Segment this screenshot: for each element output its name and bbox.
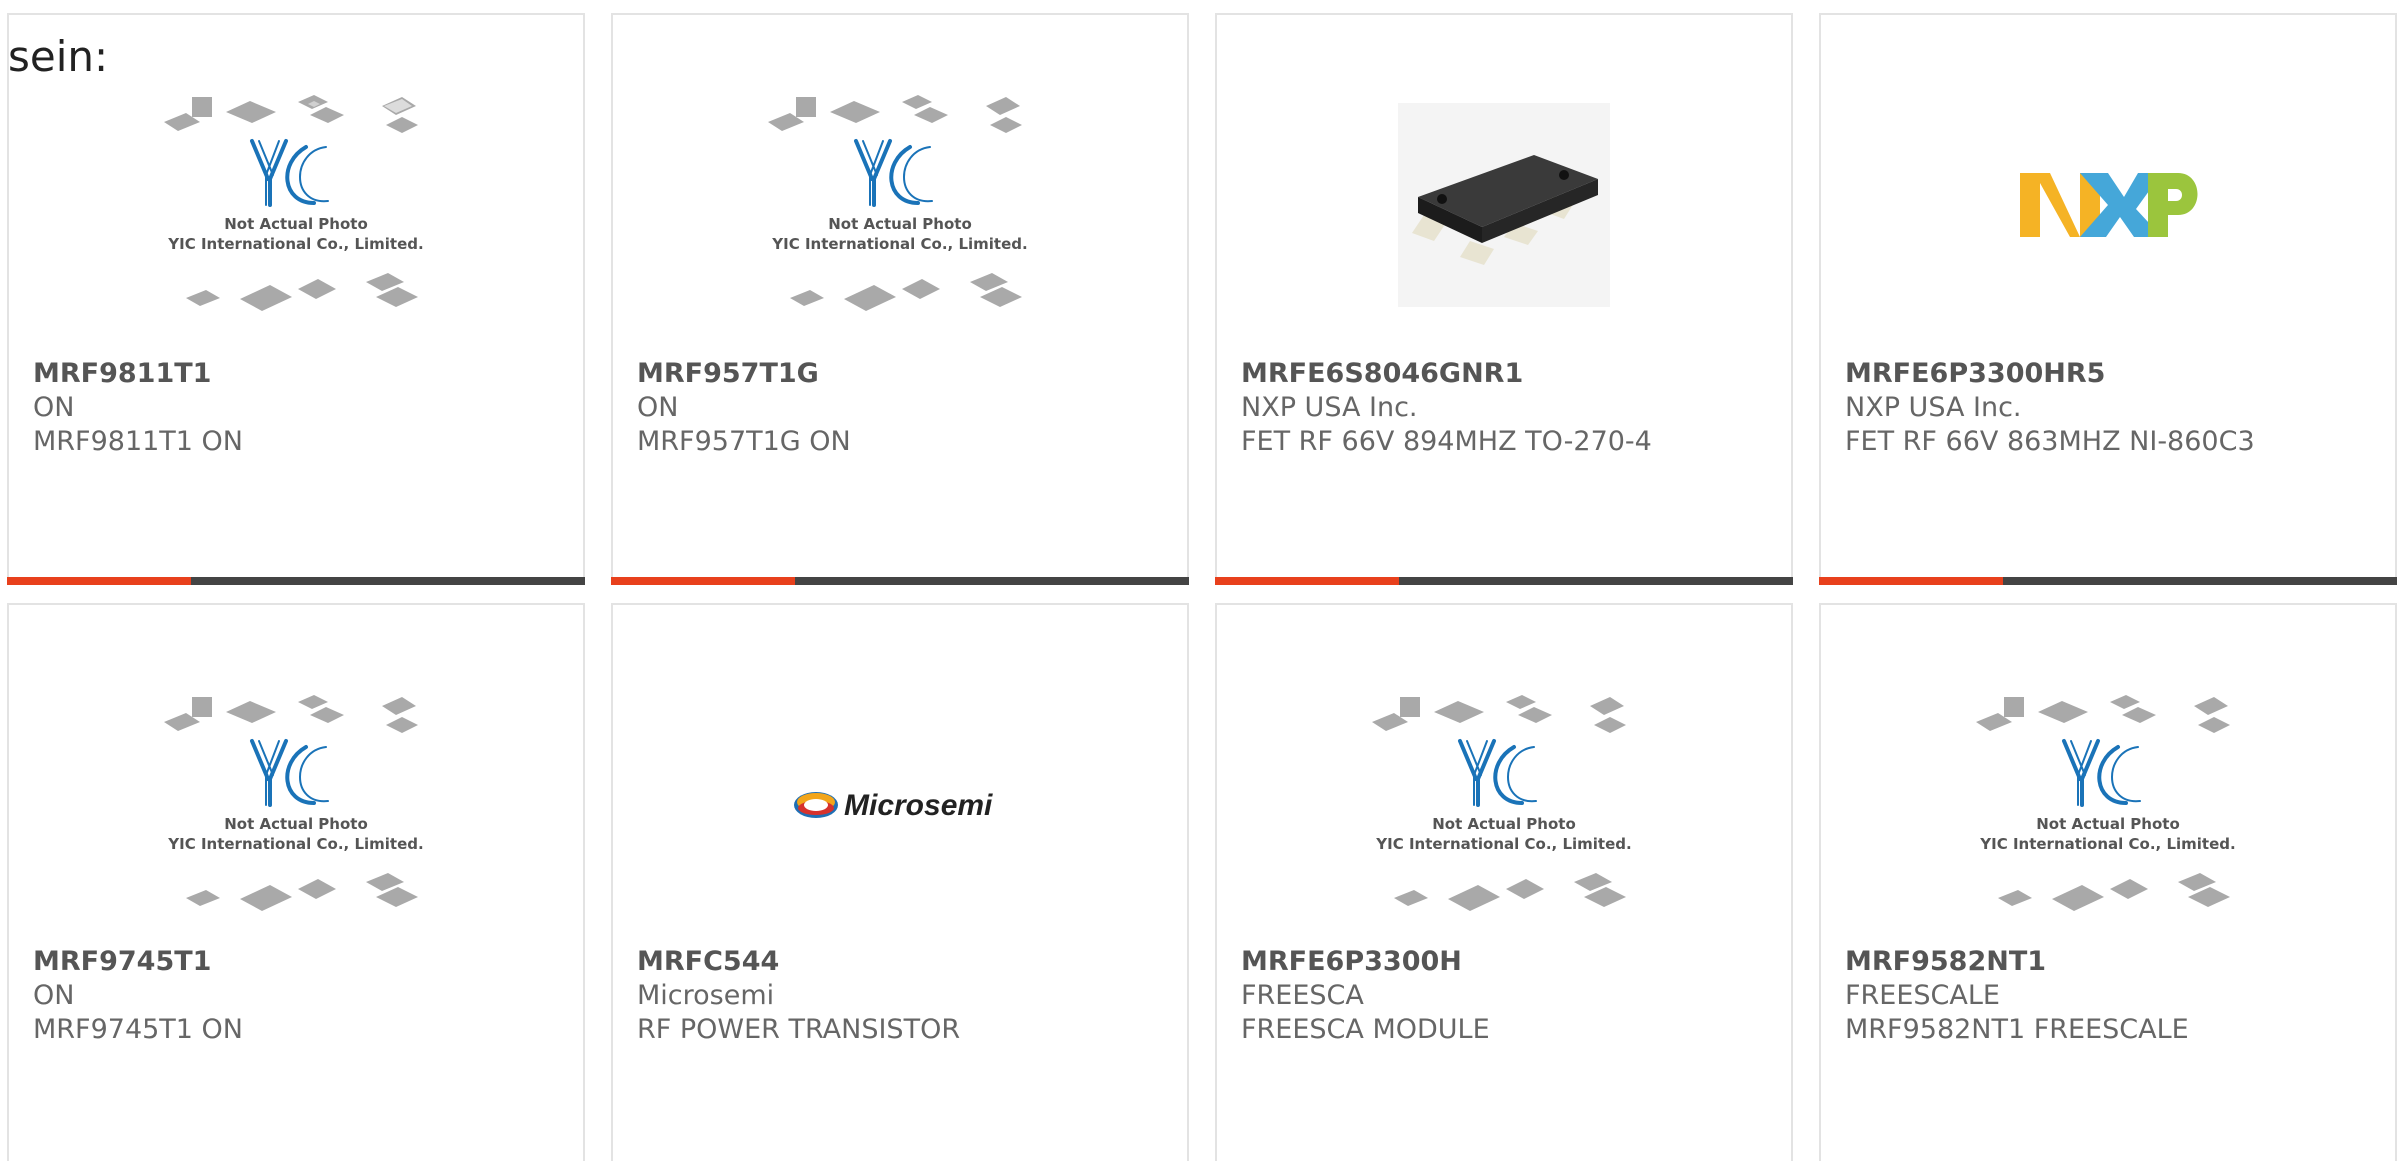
product-grid-page: sein: Not Actual Photo YIC International… (0, 0, 2400, 1161)
card-footer-bar (611, 577, 1189, 585)
product-card[interactable]: Microsemi MRFC544 Microsemi RF POWER TRA… (611, 603, 1189, 1161)
product-image-placeholder[interactable]: Not Actual Photo YIC International Co., … (1821, 655, 2395, 955)
yic-company-caption: YIC International Co., Limited. (771, 235, 1027, 253)
product-info: MRF9811T1 ON MRF9811T1 ON (33, 357, 571, 459)
product-description: MRF9811T1 ON (33, 426, 244, 457)
card-footer-bar (1215, 577, 1793, 585)
yic-company-caption: YIC International Co., Limited. (167, 235, 423, 253)
not-actual-photo-caption: Not Actual Photo (224, 815, 368, 833)
manufacturer: FREESCALE (1845, 980, 2000, 1011)
yic-placeholder-icon: Not Actual Photo YIC International Co., … (768, 95, 1028, 311)
manufacturer: NXP USA Inc. (1845, 392, 2022, 423)
product-description: MRF957T1G ON (637, 426, 851, 457)
card-footer-accent (1215, 577, 1399, 585)
intro-text: sein: (8, 32, 109, 81)
microsemi-logo-text: Microsemi (844, 789, 993, 822)
product-image-placeholder[interactable]: Not Actual Photo YIC International Co., … (9, 55, 583, 355)
product-logo-image[interactable]: Microsemi (613, 655, 1187, 955)
manufacturer: ON (33, 392, 75, 423)
part-number[interactable]: MRFE6S8046GNR1 (1241, 357, 1779, 391)
card-footer-accent (7, 577, 191, 585)
not-actual-photo-caption: Not Actual Photo (1432, 815, 1576, 833)
product-description: FREESCA MODULE (1241, 1014, 1490, 1045)
product-info: MRFE6P3300H FREESCA FREESCA MODULE (1241, 945, 1779, 1047)
yic-company-caption: YIC International Co., Limited. (1979, 835, 2235, 853)
part-number[interactable]: MRFE6P3300HR5 (1845, 357, 2383, 391)
part-number[interactable]: MRFE6P3300H (1241, 945, 1779, 979)
product-description: MRF9745T1 ON (33, 1014, 244, 1045)
yic-placeholder-icon: Not Actual Photo YIC International Co., … (1372, 695, 1632, 911)
part-number[interactable]: MRF9745T1 (33, 945, 571, 979)
product-info: MRF957T1G ON MRF957T1G ON (637, 357, 1175, 459)
product-image-placeholder[interactable]: Not Actual Photo YIC International Co., … (1217, 655, 1791, 955)
product-card[interactable]: MRFE6P3300HR5 NXP USA Inc. FET RF 66V 86… (1819, 13, 2397, 585)
product-card[interactable]: Not Actual Photo YIC International Co., … (611, 13, 1189, 585)
product-info: MRFE6S8046GNR1 NXP USA Inc. FET RF 66V 8… (1241, 357, 1779, 459)
manufacturer: FREESCA (1241, 980, 1364, 1011)
not-actual-photo-caption: Not Actual Photo (224, 215, 368, 233)
product-description: FET RF 66V 863MHZ NI-860C3 (1845, 426, 2255, 457)
product-card[interactable]: Not Actual Photo YIC International Co., … (7, 603, 585, 1161)
part-number[interactable]: MRF9811T1 (33, 357, 571, 391)
card-footer-accent (1819, 577, 2003, 585)
product-info: MRF9582NT1 FREESCALE MRF9582NT1 FREESCAL… (1845, 945, 2383, 1047)
card-footer-accent (611, 577, 795, 585)
yic-company-caption: YIC International Co., Limited. (1375, 835, 1631, 853)
product-info: MRF9745T1 ON MRF9745T1 ON (33, 945, 571, 1047)
black-chip-icon (1398, 103, 1610, 307)
part-number[interactable]: MRF957T1G (637, 357, 1175, 391)
part-number[interactable]: MRF9582NT1 (1845, 945, 2383, 979)
yic-company-caption: YIC International Co., Limited. (167, 835, 423, 853)
product-card[interactable]: Not Actual Photo YIC International Co., … (1215, 603, 1793, 1161)
product-description: FET RF 66V 894MHZ TO-270-4 (1241, 426, 1652, 457)
card-footer-bar (7, 577, 585, 585)
yic-placeholder-icon: Not Actual Photo YIC International Co., … (164, 695, 424, 911)
product-image-placeholder[interactable]: Not Actual Photo YIC International Co., … (9, 655, 583, 955)
card-footer-bar (1819, 577, 2397, 585)
product-card[interactable]: Not Actual Photo YIC International Co., … (7, 13, 585, 585)
product-info: MRFC544 Microsemi RF POWER TRANSISTOR (637, 945, 1175, 1047)
nxp-logo-icon (2020, 173, 2198, 237)
product-info: MRFE6P3300HR5 NXP USA Inc. FET RF 66V 86… (1845, 357, 2383, 459)
product-description: RF POWER TRANSISTOR (637, 1014, 961, 1045)
product-photo[interactable] (1217, 55, 1791, 355)
manufacturer: ON (637, 392, 679, 423)
part-number[interactable]: MRFC544 (637, 945, 1175, 979)
product-card[interactable]: MRFE6S8046GNR1 NXP USA Inc. FET RF 66V 8… (1215, 13, 1793, 585)
manufacturer: Microsemi (637, 980, 775, 1011)
product-logo-image[interactable] (1821, 55, 2395, 355)
not-actual-photo-caption: Not Actual Photo (2036, 815, 2180, 833)
yic-placeholder-icon: Not Actual Photo YIC International Co., … (1976, 695, 2236, 911)
manufacturer: ON (33, 980, 75, 1011)
yic-placeholder-icon: Not Actual Photo YIC International Co., … (164, 95, 424, 311)
not-actual-photo-caption: Not Actual Photo (828, 215, 972, 233)
product-image-placeholder[interactable]: Not Actual Photo YIC International Co., … (613, 55, 1187, 355)
manufacturer: NXP USA Inc. (1241, 392, 1418, 423)
product-description: MRF9582NT1 FREESCALE (1845, 1014, 2189, 1045)
product-card[interactable]: Not Actual Photo YIC International Co., … (1819, 603, 2397, 1161)
microsemi-logo-icon: Microsemi (794, 789, 993, 822)
